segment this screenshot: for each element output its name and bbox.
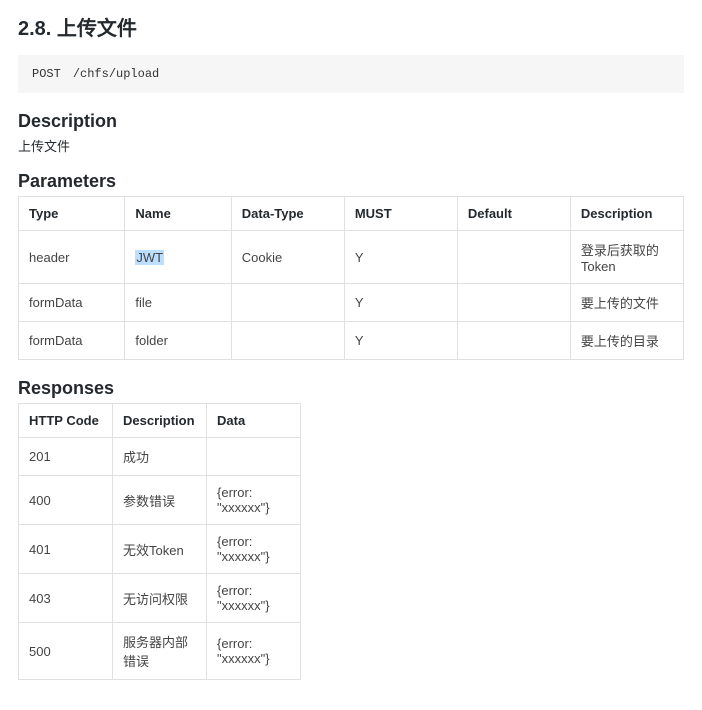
cell-type: formData <box>19 284 125 322</box>
highlighted-text: JWT <box>135 250 164 265</box>
table-row: 201成功 <box>19 438 301 476</box>
cell-code: 401 <box>19 525 113 574</box>
table-row: formDatafolder Y 要上传的目录 <box>19 322 684 360</box>
cell-description: 登录后获取的Token <box>570 231 683 284</box>
table-header-row: Type Name Data-Type MUST Default Descrip… <box>19 197 684 231</box>
col-data: Data <box>207 404 301 438</box>
cell-description: 要上传的目录 <box>570 322 683 360</box>
cell-description: 无访问权限 <box>113 574 207 623</box>
col-default: Default <box>457 197 570 231</box>
cell-name: folder <box>125 322 231 360</box>
cell-description: 要上传的文件 <box>570 284 683 322</box>
cell-description: 服务器内部错误 <box>113 623 207 680</box>
cell-datatype <box>231 322 344 360</box>
col-code: HTTP Code <box>19 404 113 438</box>
table-row: 403无访问权限{error: "xxxxxx"} <box>19 574 301 623</box>
cell-name: JWT <box>125 231 231 284</box>
cell-code: 400 <box>19 476 113 525</box>
cell-default <box>457 322 570 360</box>
table-header-row: HTTP Code Description Data <box>19 404 301 438</box>
cell-datatype: Cookie <box>231 231 344 284</box>
cell-data <box>207 438 301 476</box>
http-method: POST <box>32 67 61 81</box>
cell-description: 参数错误 <box>113 476 207 525</box>
cell-datatype <box>231 284 344 322</box>
col-description: Description <box>570 197 683 231</box>
section-title: 2.8. 上传文件 <box>18 12 684 41</box>
cell-type: header <box>19 231 125 284</box>
col-datatype: Data-Type <box>231 197 344 231</box>
cell-code: 403 <box>19 574 113 623</box>
cell-data: {error: "xxxxxx"} <box>207 525 301 574</box>
table-row: 401无效Token{error: "xxxxxx"} <box>19 525 301 574</box>
endpoint-codeblock: POST/chfs/upload <box>18 55 684 93</box>
parameters-table: Type Name Data-Type MUST Default Descrip… <box>18 196 684 360</box>
cell-code: 500 <box>19 623 113 680</box>
description-heading: Description <box>18 111 684 132</box>
col-description: Description <box>113 404 207 438</box>
cell-default <box>457 284 570 322</box>
cell-must: Y <box>344 231 457 284</box>
cell-must: Y <box>344 284 457 322</box>
responses-heading: Responses <box>18 378 684 399</box>
table-row: 500服务器内部错误{error: "xxxxxx"} <box>19 623 301 680</box>
table-row: 400参数错误{error: "xxxxxx"} <box>19 476 301 525</box>
cell-data: {error: "xxxxxx"} <box>207 623 301 680</box>
cell-default <box>457 231 570 284</box>
cell-data: {error: "xxxxxx"} <box>207 574 301 623</box>
cell-type: formData <box>19 322 125 360</box>
col-name: Name <box>125 197 231 231</box>
parameters-heading: Parameters <box>18 171 684 192</box>
table-row: formDatafile Y 要上传的文件 <box>19 284 684 322</box>
col-type: Type <box>19 197 125 231</box>
responses-table: HTTP Code Description Data 201成功400参数错误{… <box>18 403 301 680</box>
cell-data: {error: "xxxxxx"} <box>207 476 301 525</box>
cell-code: 201 <box>19 438 113 476</box>
cell-description: 成功 <box>113 438 207 476</box>
description-text: 上传文件 <box>18 136 684 155</box>
cell-description: 无效Token <box>113 525 207 574</box>
endpoint-path: /chfs/upload <box>73 67 159 81</box>
cell-must: Y <box>344 322 457 360</box>
table-row: header JWT CookieY 登录后获取的Token <box>19 231 684 284</box>
cell-name: file <box>125 284 231 322</box>
col-must: MUST <box>344 197 457 231</box>
